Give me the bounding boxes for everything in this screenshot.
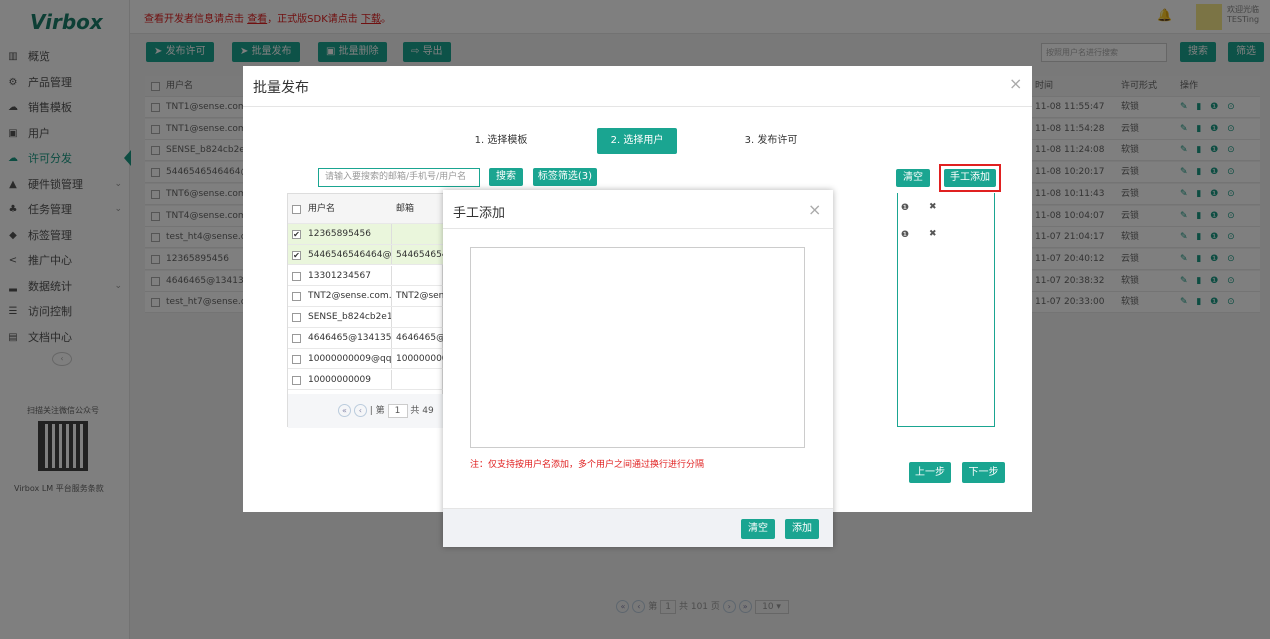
info-icon[interactable]: ❶ [901, 230, 909, 240]
user-table-header: 用户名 邮箱 [288, 194, 443, 224]
user-row[interactable]: 10000000009@qq.cor 1000000000 [288, 348, 443, 370]
user-checkbox[interactable] [292, 313, 301, 323]
col-username: 用户名 [308, 204, 336, 214]
user-name: 10000000009 [308, 369, 392, 390]
dialog-title: 批量发布 [253, 80, 309, 96]
user-name: TNT2@sense.com.cn [308, 286, 392, 306]
user-pager-total: 共 49 [410, 406, 434, 416]
user-row[interactable]: SENSE_b824cb2e1a0 [288, 307, 443, 328]
user-pager-prefix: 第 [375, 406, 385, 416]
step-issue-license[interactable]: 3. 发布许可 [735, 128, 807, 154]
user-checkbox[interactable] [292, 271, 301, 281]
prev-step-button[interactable]: 上一步 [909, 462, 951, 483]
user-email: 1000000000 [396, 353, 443, 364]
user-name: 5446546546464@qq.c [308, 244, 392, 265]
user-search-input[interactable]: 请输入要搜索的邮箱/手机号/用户名 [318, 168, 480, 187]
col-email: 邮箱 [396, 204, 415, 214]
user-checkbox[interactable] [292, 292, 301, 302]
user-name: 12365895456 [308, 224, 392, 244]
manual-clear-button[interactable]: 清空 [741, 519, 775, 539]
user-email: TNT2@sens [396, 291, 443, 302]
divider [443, 228, 833, 229]
user-row[interactable]: ✔ 5446546546464@qq.c 5446546546 [288, 244, 443, 266]
user-row[interactable]: 10000000009 [288, 369, 443, 391]
user-checkbox[interactable]: ✔ [292, 230, 301, 239]
user-search-button[interactable]: 搜索 [489, 168, 523, 186]
user-pager-first[interactable]: « [338, 404, 351, 417]
selected-users-table: ❶ ✖ ❶ ✖ [897, 193, 995, 427]
tag-filter-button[interactable]: 标签筛选(3) [533, 168, 597, 186]
user-row[interactable]: TNT2@sense.com.cn TNT2@sens [288, 286, 443, 307]
dialog-title: 手工添加 [453, 206, 506, 221]
usernames-note: 注：仅支持按用户名添加，多个用户之间通过换行进行分隔 [470, 460, 705, 470]
user-row[interactable]: ✔ 12365895456 [288, 224, 443, 245]
user-name: 13301234567 [308, 265, 392, 286]
user-pager-page-input[interactable]: 1 [387, 404, 408, 418]
user-name: SENSE_b824cb2e1a0 [308, 307, 392, 327]
highlight-box [939, 164, 1001, 192]
remove-icon[interactable]: ✖ [929, 229, 937, 239]
user-email: 4646465@1 [396, 333, 443, 343]
user-table: 用户名 邮箱 ✔ 12365895456 ✔ 5446546546464@qq.c 54… [287, 193, 443, 428]
user-row[interactable]: 13301234567 [288, 265, 443, 287]
user-name: 10000000009@qq.cor [308, 348, 392, 369]
usernames-textarea[interactable] [470, 247, 805, 448]
close-icon[interactable]: × [1009, 74, 1022, 93]
dialog-footer: 清空 添加 [443, 508, 833, 547]
user-row[interactable]: 4646465@134135-121 4646465@1 [288, 328, 443, 349]
next-step-button[interactable]: 下一步 [962, 462, 1005, 483]
user-checkbox[interactable] [292, 375, 301, 385]
user-checkbox[interactable] [292, 354, 301, 364]
step-select-user[interactable]: 2. 选择用户 [597, 128, 677, 154]
clear-selection-button[interactable]: 清空 [896, 169, 930, 187]
manual-add-confirm-button[interactable]: 添加 [785, 519, 819, 539]
user-email: 5446546546 [396, 249, 443, 260]
info-icon[interactable]: ❶ [901, 203, 909, 213]
user-checkbox[interactable] [292, 334, 301, 343]
user-pager-prev[interactable]: ‹ [353, 404, 367, 417]
divider [243, 106, 1032, 107]
manual-add-dialog: 手工添加 × 注：仅支持按用户名添加，多个用户之间通过换行进行分隔 清空 添加 [443, 190, 833, 547]
user-name: 4646465@134135-121 [308, 328, 392, 348]
user-checkbox[interactable]: ✔ [292, 250, 301, 260]
step-select-template[interactable]: 1. 选择模板 [465, 128, 537, 154]
close-icon[interactable]: × [808, 200, 821, 219]
user-pager: « ‹ | 第 1 共 49 [288, 394, 443, 428]
remove-icon[interactable]: ✖ [929, 202, 937, 212]
select-all-users-checkbox[interactable] [292, 205, 301, 214]
